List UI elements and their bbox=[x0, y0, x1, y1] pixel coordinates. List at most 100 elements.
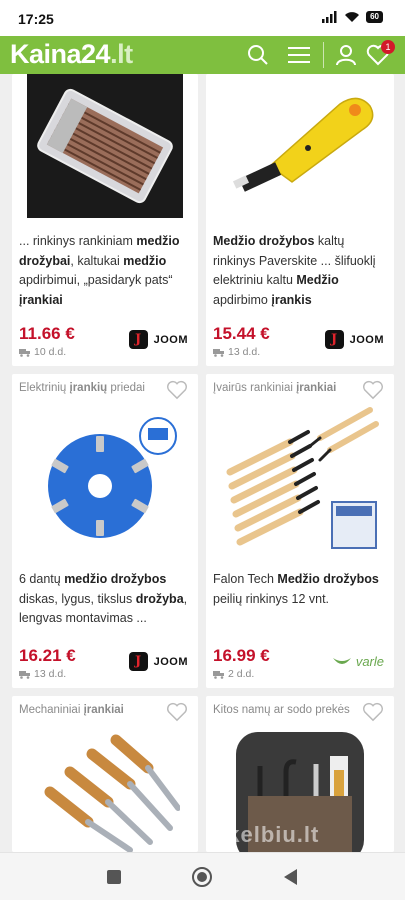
menu-icon bbox=[288, 47, 310, 63]
product-image[interactable] bbox=[12, 414, 198, 554]
truck-icon bbox=[213, 670, 224, 679]
signal-icon bbox=[322, 11, 337, 23]
heart-outline-icon[interactable] bbox=[362, 380, 384, 400]
wishlist-button[interactable]: 1 bbox=[363, 40, 395, 70]
delivery-text: 13 d.d. bbox=[34, 668, 67, 680]
title-highlight: medžio bbox=[123, 253, 167, 268]
shop-name: JOOM bbox=[153, 333, 188, 346]
wishlist-badge: 1 bbox=[381, 40, 395, 54]
system-nav-bar bbox=[0, 852, 405, 900]
electric-chisel-image bbox=[220, 74, 380, 214]
category-text: Kitos namų ar sodo prekės bbox=[213, 704, 350, 716]
product-title[interactable]: ... rinkinys rankiniam medžio drožybai, … bbox=[19, 232, 192, 310]
status-bar: 17:25 60 bbox=[0, 0, 405, 36]
category-text: Mechaniniai bbox=[19, 704, 84, 716]
search-button[interactable] bbox=[243, 40, 273, 70]
shop-logo: J JOOM bbox=[128, 330, 188, 349]
shop-logo: J JOOM bbox=[128, 652, 188, 671]
status-time: 17:25 bbox=[18, 11, 54, 27]
delivery-text: 2 d.d. bbox=[228, 668, 255, 680]
delivery-time: 2 d.d. bbox=[213, 668, 254, 680]
chisels-image bbox=[44, 734, 180, 852]
status-icons: 60 bbox=[322, 11, 383, 23]
category-text: Elektrinių bbox=[19, 382, 70, 394]
search-icon bbox=[248, 45, 268, 65]
category-highlight: įrankiai bbox=[296, 382, 337, 394]
title-text: apdirbimo bbox=[213, 292, 272, 307]
product-card[interactable]: ... rinkinys rankiniam medžio drožybai, … bbox=[12, 74, 198, 366]
varle-icon bbox=[332, 657, 351, 664]
category-text: priedai bbox=[107, 382, 145, 394]
product-image[interactable] bbox=[12, 732, 198, 852]
nav-home-icon[interactable] bbox=[191, 866, 213, 888]
nav-back-icon[interactable] bbox=[282, 868, 298, 886]
product-category[interactable]: Mechaniniai įrankiai bbox=[19, 704, 124, 716]
title-text: peilių rinkinys 12 vnt. bbox=[213, 591, 330, 606]
title-text: , kaltukai bbox=[70, 253, 124, 268]
delivery-text: 13 d.d. bbox=[228, 346, 261, 358]
delivery-time: 13 d.d. bbox=[213, 346, 260, 358]
title-text: diskas, lygus, tikslus bbox=[19, 591, 136, 606]
heart-outline-icon[interactable] bbox=[362, 702, 384, 722]
site-logo[interactable]: Kaina24.lt bbox=[10, 39, 133, 70]
menu-button[interactable] bbox=[284, 40, 314, 70]
watermark: skelbiu.lt bbox=[214, 822, 320, 847]
product-price: 15.44 € bbox=[213, 324, 270, 343]
title-highlight: įrankiai bbox=[19, 292, 63, 307]
nav-recents-icon[interactable] bbox=[106, 869, 122, 885]
delivery-time: 13 d.d. bbox=[19, 668, 66, 680]
title-text: 6 dantų bbox=[19, 572, 65, 586]
heart-outline-icon[interactable] bbox=[166, 702, 188, 722]
product-price: 16.21 € bbox=[19, 646, 76, 665]
category-highlight: įrankiai bbox=[83, 704, 124, 716]
knife-set-image bbox=[226, 407, 379, 549]
delivery-time: 10 d.d. bbox=[19, 346, 66, 358]
joom-icon: J bbox=[128, 330, 148, 349]
product-image[interactable] bbox=[206, 74, 394, 218]
category-text: Įvairūs rankiniai bbox=[213, 382, 297, 394]
title-highlight: Medžio drožybos bbox=[277, 572, 379, 586]
product-title[interactable]: 6 dantų medžio drožybos diskas, lygus, t… bbox=[19, 570, 192, 629]
product-image[interactable] bbox=[206, 402, 394, 554]
truck-icon bbox=[19, 348, 30, 357]
carving-disc-image bbox=[48, 417, 177, 538]
truck-icon bbox=[19, 670, 30, 679]
shop-logo: J JOOM bbox=[324, 330, 384, 349]
title-text: ... rinkinys rankiniam bbox=[19, 234, 137, 248]
title-highlight: drožyba bbox=[135, 591, 184, 606]
shop-logo: varle bbox=[331, 654, 384, 669]
product-card[interactable]: Elektrinių įrankių priedai 6 dantų medži… bbox=[12, 374, 198, 688]
joom-icon: J bbox=[128, 652, 148, 671]
logo-main: Kaina24 bbox=[10, 39, 111, 69]
account-button[interactable] bbox=[331, 40, 361, 70]
product-card[interactable]: Įvairūs rankiniai įrankiai Falon Tech Me… bbox=[206, 374, 394, 688]
title-highlight: Medžio drožybos bbox=[213, 234, 315, 248]
product-card[interactable]: Mechaniniai įrankiai bbox=[12, 696, 198, 852]
product-category[interactable]: Elektrinių įrankių priedai bbox=[19, 382, 145, 394]
app-header: Kaina24.lt 1 bbox=[0, 36, 405, 74]
product-card[interactable]: Medžio drožybos kaltų rinkinys Paverskit… bbox=[206, 74, 394, 366]
product-price: 16.99 € bbox=[213, 646, 270, 665]
shop-name: JOOM bbox=[153, 655, 188, 668]
product-title[interactable]: Medžio drožybos kaltų rinkinys Paverskit… bbox=[213, 232, 388, 310]
wifi-icon bbox=[345, 12, 360, 22]
title-text: apdirbimui, „pasidaryk pats“ bbox=[19, 273, 173, 287]
product-image[interactable] bbox=[12, 74, 198, 218]
user-icon bbox=[336, 45, 356, 66]
title-highlight: Medžio bbox=[296, 273, 339, 287]
product-category[interactable]: Kitos namų ar sodo prekės bbox=[213, 704, 350, 716]
title-highlight: įrankis bbox=[271, 292, 312, 307]
title-highlight: medžio drožybos bbox=[64, 572, 167, 586]
truck-icon bbox=[213, 348, 224, 357]
chisel-set-image bbox=[27, 74, 183, 218]
logo-tld: .lt bbox=[110, 39, 133, 69]
header-divider bbox=[323, 42, 324, 68]
heart-outline-icon[interactable] bbox=[166, 380, 188, 400]
delivery-text: 10 d.d. bbox=[34, 346, 67, 358]
category-highlight: įrankių bbox=[69, 382, 108, 394]
product-title[interactable]: Falon Tech Medžio drožybos peilių rinkin… bbox=[213, 570, 388, 609]
product-price: 11.66 € bbox=[19, 324, 75, 343]
title-text: Falon Tech bbox=[213, 572, 278, 586]
battery-icon: 60 bbox=[366, 11, 383, 23]
product-category[interactable]: Įvairūs rankiniai įrankiai bbox=[213, 382, 336, 394]
